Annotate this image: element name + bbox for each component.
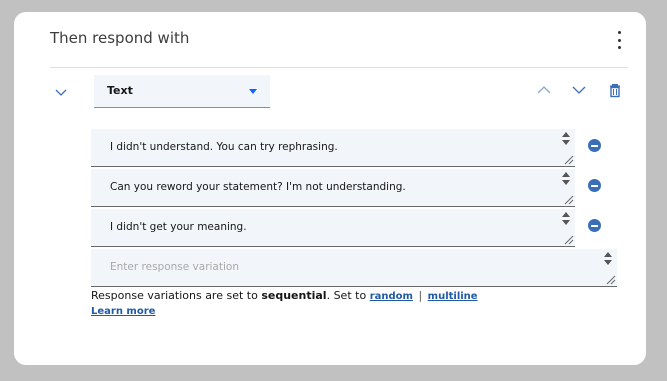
settings-set-to: . Set to	[326, 289, 367, 302]
kebab-menu-icon[interactable]	[612, 29, 626, 51]
spin-up-icon[interactable]	[562, 172, 570, 177]
divider	[50, 67, 628, 68]
resize-handle-icon[interactable]	[564, 155, 574, 165]
link-separator: |	[418, 289, 423, 302]
variation-text: I didn't understand. You can try rephras…	[110, 141, 338, 153]
response-card: Then respond with Text I didn't understa…	[14, 12, 646, 365]
variation-text: Can you reword your statement? I'm not u…	[110, 181, 406, 193]
spin-down-icon[interactable]	[562, 220, 570, 225]
response-type-dropdown[interactable]: Text	[94, 75, 270, 108]
set-random-link[interactable]: random	[370, 291, 413, 302]
remove-variation-1-icon[interactable]	[588, 139, 601, 152]
spin-down-icon[interactable]	[562, 140, 570, 145]
resize-handle-icon[interactable]	[606, 275, 616, 285]
remove-variation-2-icon[interactable]	[588, 179, 601, 192]
move-up-chevron-icon[interactable]	[536, 82, 552, 98]
trash-icon[interactable]	[607, 82, 623, 98]
settings-prefix: Response variations are set to	[91, 289, 258, 302]
spin-up-icon[interactable]	[604, 252, 612, 257]
response-variation-3[interactable]: I didn't get your meaning.	[91, 209, 575, 247]
spin-up-icon[interactable]	[562, 132, 570, 137]
caret-down-icon	[249, 89, 257, 94]
remove-variation-3-icon[interactable]	[588, 219, 601, 232]
move-down-chevron-icon[interactable]	[571, 82, 587, 98]
section-title: Then respond with	[50, 29, 190, 47]
spin-down-icon[interactable]	[562, 180, 570, 185]
settings-mode: sequential	[261, 289, 327, 302]
response-variation-2[interactable]: Can you reword your statement? I'm not u…	[91, 169, 575, 207]
spin-up-icon[interactable]	[562, 212, 570, 217]
resize-handle-icon[interactable]	[564, 235, 574, 245]
learn-more-link[interactable]: Learn more	[91, 306, 155, 317]
variation-text: I didn't get your meaning.	[110, 221, 247, 233]
variation-settings-text: Response variations are set to sequentia…	[91, 289, 478, 302]
set-multiline-link[interactable]: multiline	[428, 291, 478, 302]
resize-handle-icon[interactable]	[564, 195, 574, 205]
response-variation-1[interactable]: I didn't understand. You can try rephras…	[91, 129, 575, 167]
chevron-down-icon[interactable]	[53, 84, 69, 100]
new-variation-input[interactable]: Enter response variation	[91, 249, 617, 287]
spin-down-icon[interactable]	[604, 260, 612, 265]
new-variation-placeholder: Enter response variation	[110, 261, 239, 273]
response-type-label: Text	[107, 84, 133, 97]
